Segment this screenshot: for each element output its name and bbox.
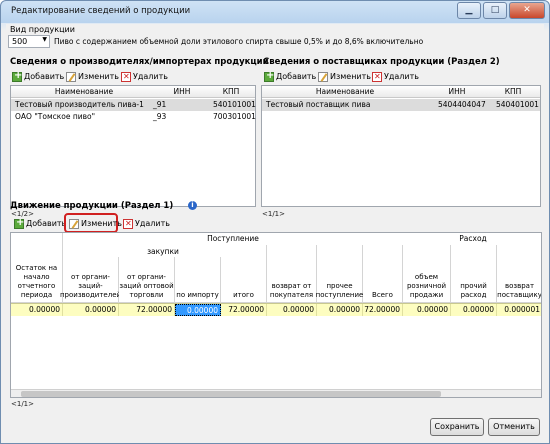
value-return-to-supplier[interactable]: 0.000001 [497,304,541,316]
movement-section-title: Движение продукции (Раздел 1) [10,201,174,211]
suppliers-col-inn[interactable]: ИНН [428,86,486,98]
col-import[interactable]: по импорту [175,257,221,303]
income-group-header: Поступление [207,234,259,243]
col-grand-total[interactable]: Всего [363,245,403,303]
producer-name: ОАО "Томское пиво" [15,112,96,121]
table-row[interactable]: ОАО "Томское пиво" _93 700301001 [11,111,256,123]
producer-inn: _93 [153,112,167,121]
movement-pager: <1/1> [11,400,34,408]
horizontal-scrollbar[interactable] [11,389,541,397]
cancel-button[interactable]: Отменить [488,418,540,436]
col-other-expense[interactable]: прочий расход [451,245,497,303]
col-other-income[interactable]: прочее поступление [316,245,363,303]
title-bar: Редактирование сведений о продукции ▁ □ … [1,1,549,23]
value-grand-total[interactable]: 72.00000 [363,304,403,316]
supplier-name: Тестовый поставщик пива [266,100,371,109]
suppliers-add-button[interactable]: Добавить [264,69,317,84]
producer-inn: _91 [153,100,167,109]
movement-edit-button[interactable]: Изменить [69,217,122,231]
dialog-window: Редактирование сведений о продукции ▁ □ … [0,0,550,444]
expense-group-header: Расход [459,234,487,243]
scrollbar-thumb[interactable] [21,391,441,397]
producers-section-title: Сведения о производителях/импортерах про… [10,57,269,67]
suppliers-col-kpp[interactable]: КПП [486,86,540,98]
supplier-inn: 5404404047 [438,100,486,109]
chevron-down-icon: ▼ [42,36,47,43]
producers-edit-label: Изменить [78,72,119,81]
suppliers-pager: <1/1> [262,210,285,218]
minimize-button[interactable]: ▁ [457,2,481,19]
producers-delete-label: Удалить [133,72,168,81]
col-from-wholesale[interactable]: от органи-заций оптовой торговли [119,257,175,303]
col-return-from-buyer[interactable]: возврат от покупателя [267,245,317,303]
col-from-producers[interactable]: от органи-заций-производителей [60,257,121,303]
product-description: Пиво с содержанием объемной доли этилово… [54,37,424,46]
delete-icon [121,70,131,84]
col-opening-balance[interactable]: Остаток на начало отчетного периода [11,233,63,303]
value-return-from-buyer[interactable]: 0.00000 [267,304,317,316]
producers-col-inn[interactable]: ИНН [157,86,207,98]
value-total[interactable]: 72.00000 [221,304,267,316]
col-return-to-supplier[interactable]: возврат поставщику [497,245,541,303]
value-other-expense[interactable]: 0.00000 [451,304,497,316]
producers-delete-button[interactable]: Удалить [121,70,168,84]
producer-kpp: 700301001 [213,112,256,121]
movement-table: Поступление закупки Расход Остаток на на… [10,232,542,398]
producers-col-name[interactable]: Наименование [11,86,157,98]
suppliers-delete-label: Удалить [384,72,419,81]
producers-add-button[interactable]: Добавить [12,69,65,84]
supplier-kpp: 540401001 [496,100,539,109]
edit-icon [69,219,79,229]
maximize-button[interactable]: □ [483,2,507,19]
product-code-select[interactable]: 500 ▼ [8,35,50,48]
movement-edit-label: Изменить [81,219,122,228]
value-from-producers[interactable]: 0.00000 [63,304,119,316]
value-from-wholesale[interactable]: 72.00000 [119,304,175,316]
value-opening-balance[interactable]: 0.00000 [11,304,63,316]
value-import[interactable]: 0.00000 [175,304,221,316]
suppliers-add-label: Добавить [276,72,317,81]
save-button[interactable]: Сохранить [430,418,484,436]
producer-kpp: 540101001 [213,100,256,109]
table-row[interactable]: Тестовый производитель пива-1 _91 540101… [11,99,256,111]
table-row[interactable]: Тестовый поставщик пива 5404404047 54040… [262,99,540,111]
movement-add-label: Добавить [26,219,67,228]
add-icon [264,69,274,83]
suppliers-section-title: Сведения о поставщиках продукции (Раздел… [263,57,500,67]
suppliers-edit-label: Изменить [330,72,371,81]
movement-delete-button[interactable]: Удалить [123,217,170,231]
delete-icon [123,217,133,231]
suppliers-delete-button[interactable]: Удалить [372,70,419,84]
suppliers-col-name[interactable]: Наименование [262,86,428,98]
producers-edit-button[interactable]: Изменить [66,70,119,84]
value-other-income[interactable]: 0.00000 [317,304,363,316]
suppliers-edit-button[interactable]: Изменить [318,70,371,84]
producers-col-kpp[interactable]: КПП [207,86,255,98]
product-type-label: Вид продукции [10,25,75,34]
suppliers-table: Наименование ИНН КПП Тестовый поставщик … [261,85,541,207]
info-icon[interactable]: i [188,201,197,210]
producers-add-label: Добавить [24,72,65,81]
col-retail-volume[interactable]: объем розничной продажи [403,245,451,303]
close-button[interactable]: ✕ [509,2,545,19]
producer-name: Тестовый производитель пива-1 [15,100,144,109]
col-total[interactable]: итого [221,245,267,303]
edit-icon [318,72,328,82]
edit-icon [66,72,76,82]
delete-icon [372,70,382,84]
dialog-body: Вид продукции 500 ▼ Пиво с содержанием о… [6,24,544,440]
value-retail-volume[interactable]: 0.00000 [403,304,451,316]
window-title: Редактирование сведений о продукции [11,6,191,16]
add-icon [12,69,22,83]
producers-table: Наименование ИНН КПП Тестовый производит… [10,85,256,207]
movement-delete-label: Удалить [135,219,170,228]
add-icon [14,216,24,230]
product-code-value: 500 [12,37,28,46]
movement-add-button[interactable]: Добавить [14,216,67,231]
